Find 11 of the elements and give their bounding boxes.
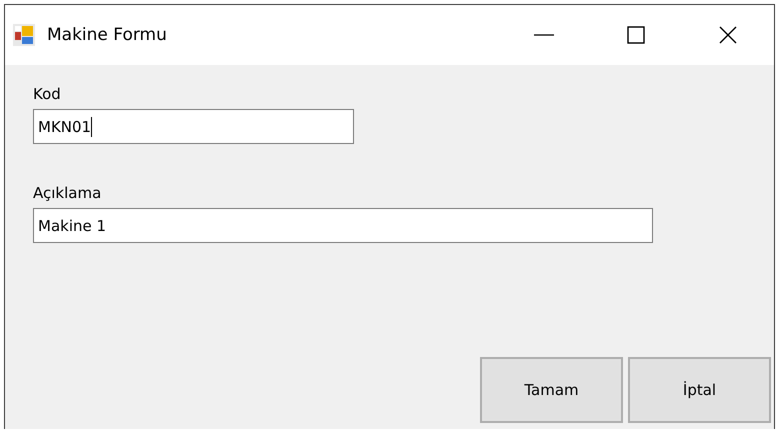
app-icon	[13, 24, 35, 46]
field-label: Açıklama	[33, 184, 102, 202]
input-field[interactable]: MKN01	[33, 109, 354, 144]
field-label: Kod	[33, 85, 62, 103]
input-field[interactable]: Makine 1	[33, 208, 653, 243]
ok-button[interactable]: Tamam	[480, 357, 623, 423]
cancel-button[interactable]: İptal	[628, 357, 771, 423]
minimize-icon	[534, 34, 554, 36]
window-title: Makine Formu	[47, 25, 168, 45]
maximize-icon	[627, 26, 645, 44]
close-icon	[719, 26, 737, 44]
